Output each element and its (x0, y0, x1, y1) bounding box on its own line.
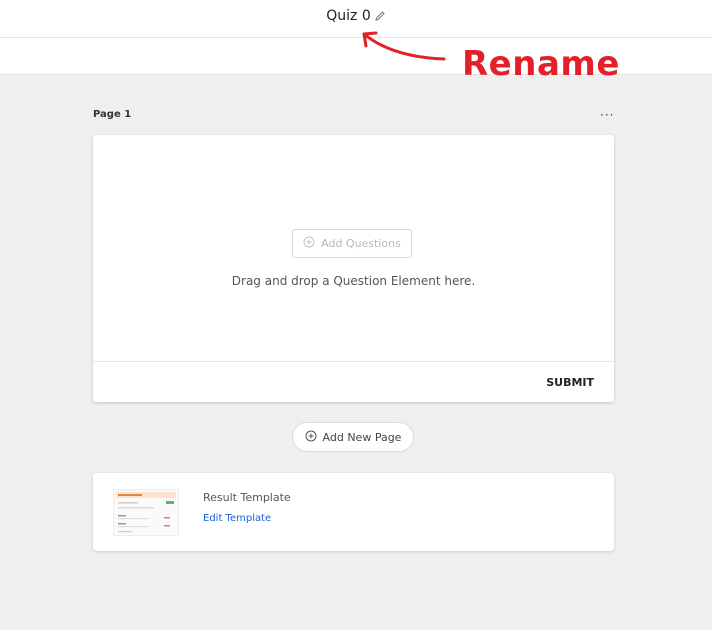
plus-circle-icon (303, 236, 315, 251)
add-new-page-label: Add New Page (322, 430, 402, 444)
result-template-thumbnail (113, 489, 179, 536)
add-questions-button[interactable]: Add Questions (292, 229, 412, 258)
page-card: Add Questions Drag and drop a Question E… (93, 135, 614, 402)
card-footer: SUBMIT (93, 361, 614, 403)
edit-template-link[interactable]: Edit Template (203, 513, 271, 524)
ellipsis-icon[interactable]: ··· (600, 108, 614, 122)
drop-hint: Drag and drop a Question Element here. (231, 274, 476, 288)
annotation-arrow (362, 31, 446, 61)
add-questions-label: Add Questions (321, 237, 401, 250)
page-label: Page 1 (93, 109, 132, 120)
submit-button[interactable]: SUBMIT (546, 376, 594, 389)
plus-circle-icon (305, 430, 317, 445)
result-template-card: Result Template Edit Template (93, 473, 614, 551)
rename-annotation: Rename (462, 44, 620, 84)
add-new-page-button[interactable]: Add New Page (292, 422, 414, 452)
result-template-title: Result Template (203, 491, 291, 504)
